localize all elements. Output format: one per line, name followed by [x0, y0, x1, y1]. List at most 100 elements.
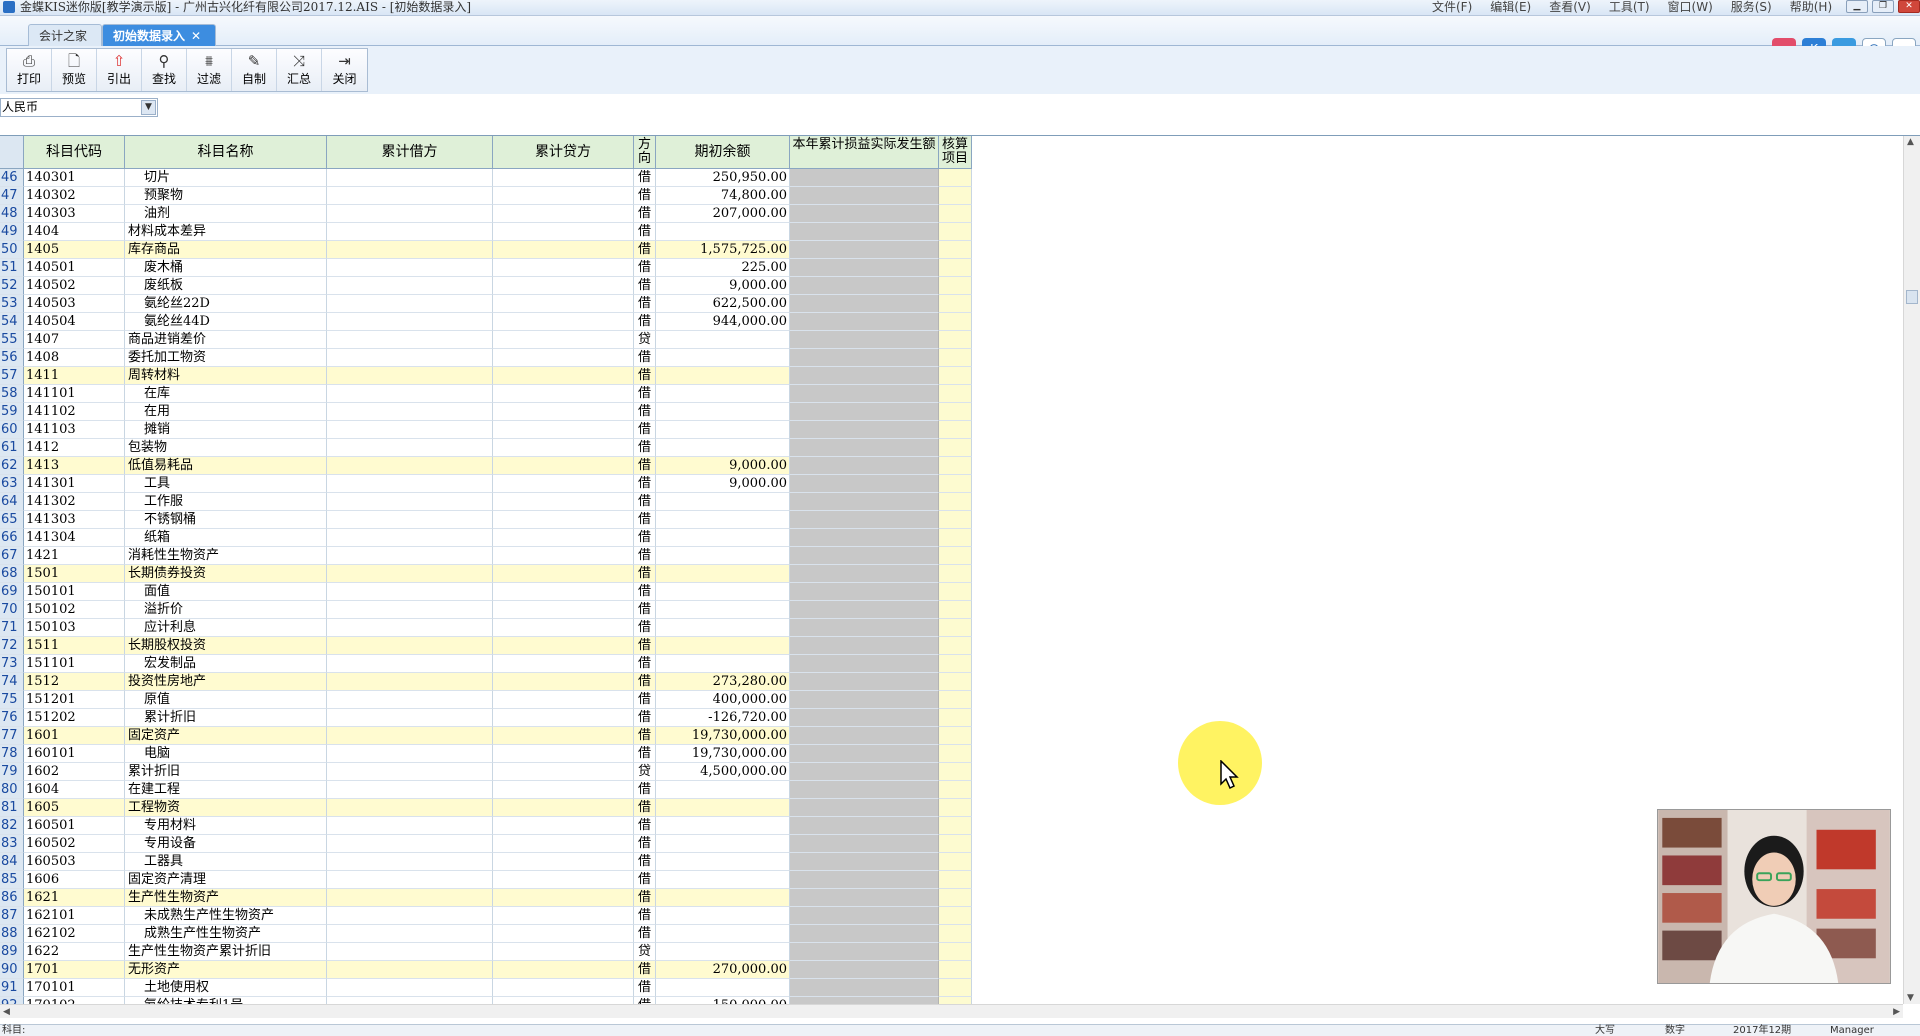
column-header-name[interactable]: 科目名称: [125, 136, 327, 169]
account-name-cell[interactable]: 长期股权投资: [125, 637, 327, 655]
cumulative-debit-cell[interactable]: [327, 439, 493, 457]
check-item-cell[interactable]: [939, 547, 972, 565]
cumulative-debit-cell[interactable]: [327, 889, 493, 907]
opening-balance-cell[interactable]: 9,000.00: [656, 277, 790, 295]
account-code-cell[interactable]: 1512: [24, 673, 125, 691]
cumulative-debit-cell[interactable]: [327, 385, 493, 403]
check-item-cell[interactable]: [939, 565, 972, 583]
menu-help[interactable]: 帮助(H): [1790, 0, 1832, 16]
check-item-cell[interactable]: [939, 205, 972, 223]
cumulative-credit-cell[interactable]: [493, 655, 634, 673]
opening-balance-cell[interactable]: 622,500.00: [656, 295, 790, 313]
direction-cell[interactable]: 借: [634, 367, 656, 385]
cumulative-credit-cell[interactable]: [493, 385, 634, 403]
cumulative-credit-cell[interactable]: [493, 187, 634, 205]
table-row[interactable]: 75 151201 原值 借 400,000.00: [0, 691, 972, 709]
cumulative-credit-cell[interactable]: [493, 367, 634, 385]
cumulative-credit-cell[interactable]: [493, 727, 634, 745]
account-name-cell[interactable]: 电脑: [125, 745, 327, 763]
direction-cell[interactable]: 借: [634, 349, 656, 367]
cumulative-debit-cell[interactable]: [327, 781, 493, 799]
direction-cell[interactable]: 借: [634, 547, 656, 565]
menu-edit[interactable]: 编辑(E): [1490, 0, 1531, 16]
check-item-cell[interactable]: [939, 277, 972, 295]
direction-cell[interactable]: 贷: [634, 763, 656, 781]
find-button[interactable]: ⚲ 查找: [142, 49, 187, 91]
account-code-cell[interactable]: 170101: [24, 979, 125, 997]
direction-cell[interactable]: 借: [634, 583, 656, 601]
check-item-cell[interactable]: [939, 871, 972, 889]
account-code-cell[interactable]: 1604: [24, 781, 125, 799]
chevron-down-icon[interactable]: ▼: [141, 100, 156, 115]
check-item-cell[interactable]: [939, 925, 972, 943]
cumulative-debit-cell[interactable]: [327, 421, 493, 439]
check-item-cell[interactable]: [939, 457, 972, 475]
direction-cell[interactable]: 借: [634, 601, 656, 619]
opening-balance-cell[interactable]: [656, 439, 790, 457]
account-code-cell[interactable]: 150101: [24, 583, 125, 601]
check-item-cell[interactable]: [939, 943, 972, 961]
table-row[interactable]: 87 162101 未成熟生产性生物资产 借: [0, 907, 972, 925]
cumulative-credit-cell[interactable]: [493, 763, 634, 781]
check-item-cell[interactable]: [939, 529, 972, 547]
direction-cell[interactable]: 借: [634, 853, 656, 871]
tab-initial-data-entry[interactable]: 初始数据录入 ✕: [102, 24, 216, 46]
table-row[interactable]: 83 160502 专用设备 借: [0, 835, 972, 853]
account-name-cell[interactable]: 专用材料: [125, 817, 327, 835]
cumulative-credit-cell[interactable]: [493, 475, 634, 493]
table-row[interactable]: 91 170101 土地使用权 借: [0, 979, 972, 997]
account-name-cell[interactable]: 周转材料: [125, 367, 327, 385]
account-name-cell[interactable]: 工程物资: [125, 799, 327, 817]
check-item-cell[interactable]: [939, 169, 972, 187]
direction-cell[interactable]: 借: [634, 295, 656, 313]
opening-balance-cell[interactable]: [656, 871, 790, 889]
account-name-cell[interactable]: 成熟生产性生物资产: [125, 925, 327, 943]
opening-balance-cell[interactable]: [656, 547, 790, 565]
cumulative-credit-cell[interactable]: [493, 295, 634, 313]
account-code-cell[interactable]: 150102: [24, 601, 125, 619]
account-code-cell[interactable]: 141102: [24, 403, 125, 421]
menu-window[interactable]: 窗口(W): [1668, 0, 1713, 16]
opening-balance-cell[interactable]: [656, 979, 790, 997]
account-code-cell[interactable]: 160501: [24, 817, 125, 835]
account-code-cell[interactable]: 141304: [24, 529, 125, 547]
table-row[interactable]: 57 1411 周转材料 借: [0, 367, 972, 385]
cumulative-debit-cell[interactable]: [327, 511, 493, 529]
account-code-cell[interactable]: 160101: [24, 745, 125, 763]
cumulative-debit-cell[interactable]: [327, 565, 493, 583]
direction-cell[interactable]: 借: [634, 961, 656, 979]
account-name-cell[interactable]: 氨纶丝22D: [125, 295, 327, 313]
account-name-cell[interactable]: 生产性生物资产累计折旧: [125, 943, 327, 961]
opening-balance-cell[interactable]: 1,575,725.00: [656, 241, 790, 259]
cumulative-debit-cell[interactable]: [327, 799, 493, 817]
export-button[interactable]: ⇧ 引出: [97, 49, 142, 91]
cumulative-debit-cell[interactable]: [327, 727, 493, 745]
cumulative-credit-cell[interactable]: [493, 529, 634, 547]
check-item-cell[interactable]: [939, 709, 972, 727]
cumulative-debit-cell[interactable]: [327, 295, 493, 313]
check-item-cell[interactable]: [939, 295, 972, 313]
direction-cell[interactable]: 借: [634, 223, 656, 241]
account-name-cell[interactable]: 未成熟生产性生物资产: [125, 907, 327, 925]
table-row[interactable]: 47 140302 预聚物 借 74,800.00: [0, 187, 972, 205]
table-row[interactable]: 88 162102 成熟生产性生物资产 借: [0, 925, 972, 943]
direction-cell[interactable]: 借: [634, 655, 656, 673]
account-name-cell[interactable]: 在用: [125, 403, 327, 421]
account-code-cell[interactable]: 170102: [24, 997, 125, 1004]
direction-cell[interactable]: 借: [634, 385, 656, 403]
table-row[interactable]: 68 1501 长期债券投资 借: [0, 565, 972, 583]
cumulative-debit-cell[interactable]: [327, 367, 493, 385]
column-header-balance[interactable]: 期初余额: [656, 136, 790, 169]
cumulative-debit-cell[interactable]: [327, 853, 493, 871]
check-item-cell[interactable]: [939, 349, 972, 367]
column-header-direction[interactable]: 方向: [634, 136, 656, 169]
table-row[interactable]: 59 141102 在用 借: [0, 403, 972, 421]
column-header-profit[interactable]: 本年累计损益实际发生额: [790, 136, 939, 169]
opening-balance-cell[interactable]: 19,730,000.00: [656, 745, 790, 763]
direction-cell[interactable]: 借: [634, 979, 656, 997]
opening-balance-cell[interactable]: [656, 943, 790, 961]
opening-balance-cell[interactable]: 9,000.00: [656, 475, 790, 493]
account-code-cell[interactable]: 160503: [24, 853, 125, 871]
account-name-cell[interactable]: 委托加工物资: [125, 349, 327, 367]
account-name-cell[interactable]: 宏发制品: [125, 655, 327, 673]
